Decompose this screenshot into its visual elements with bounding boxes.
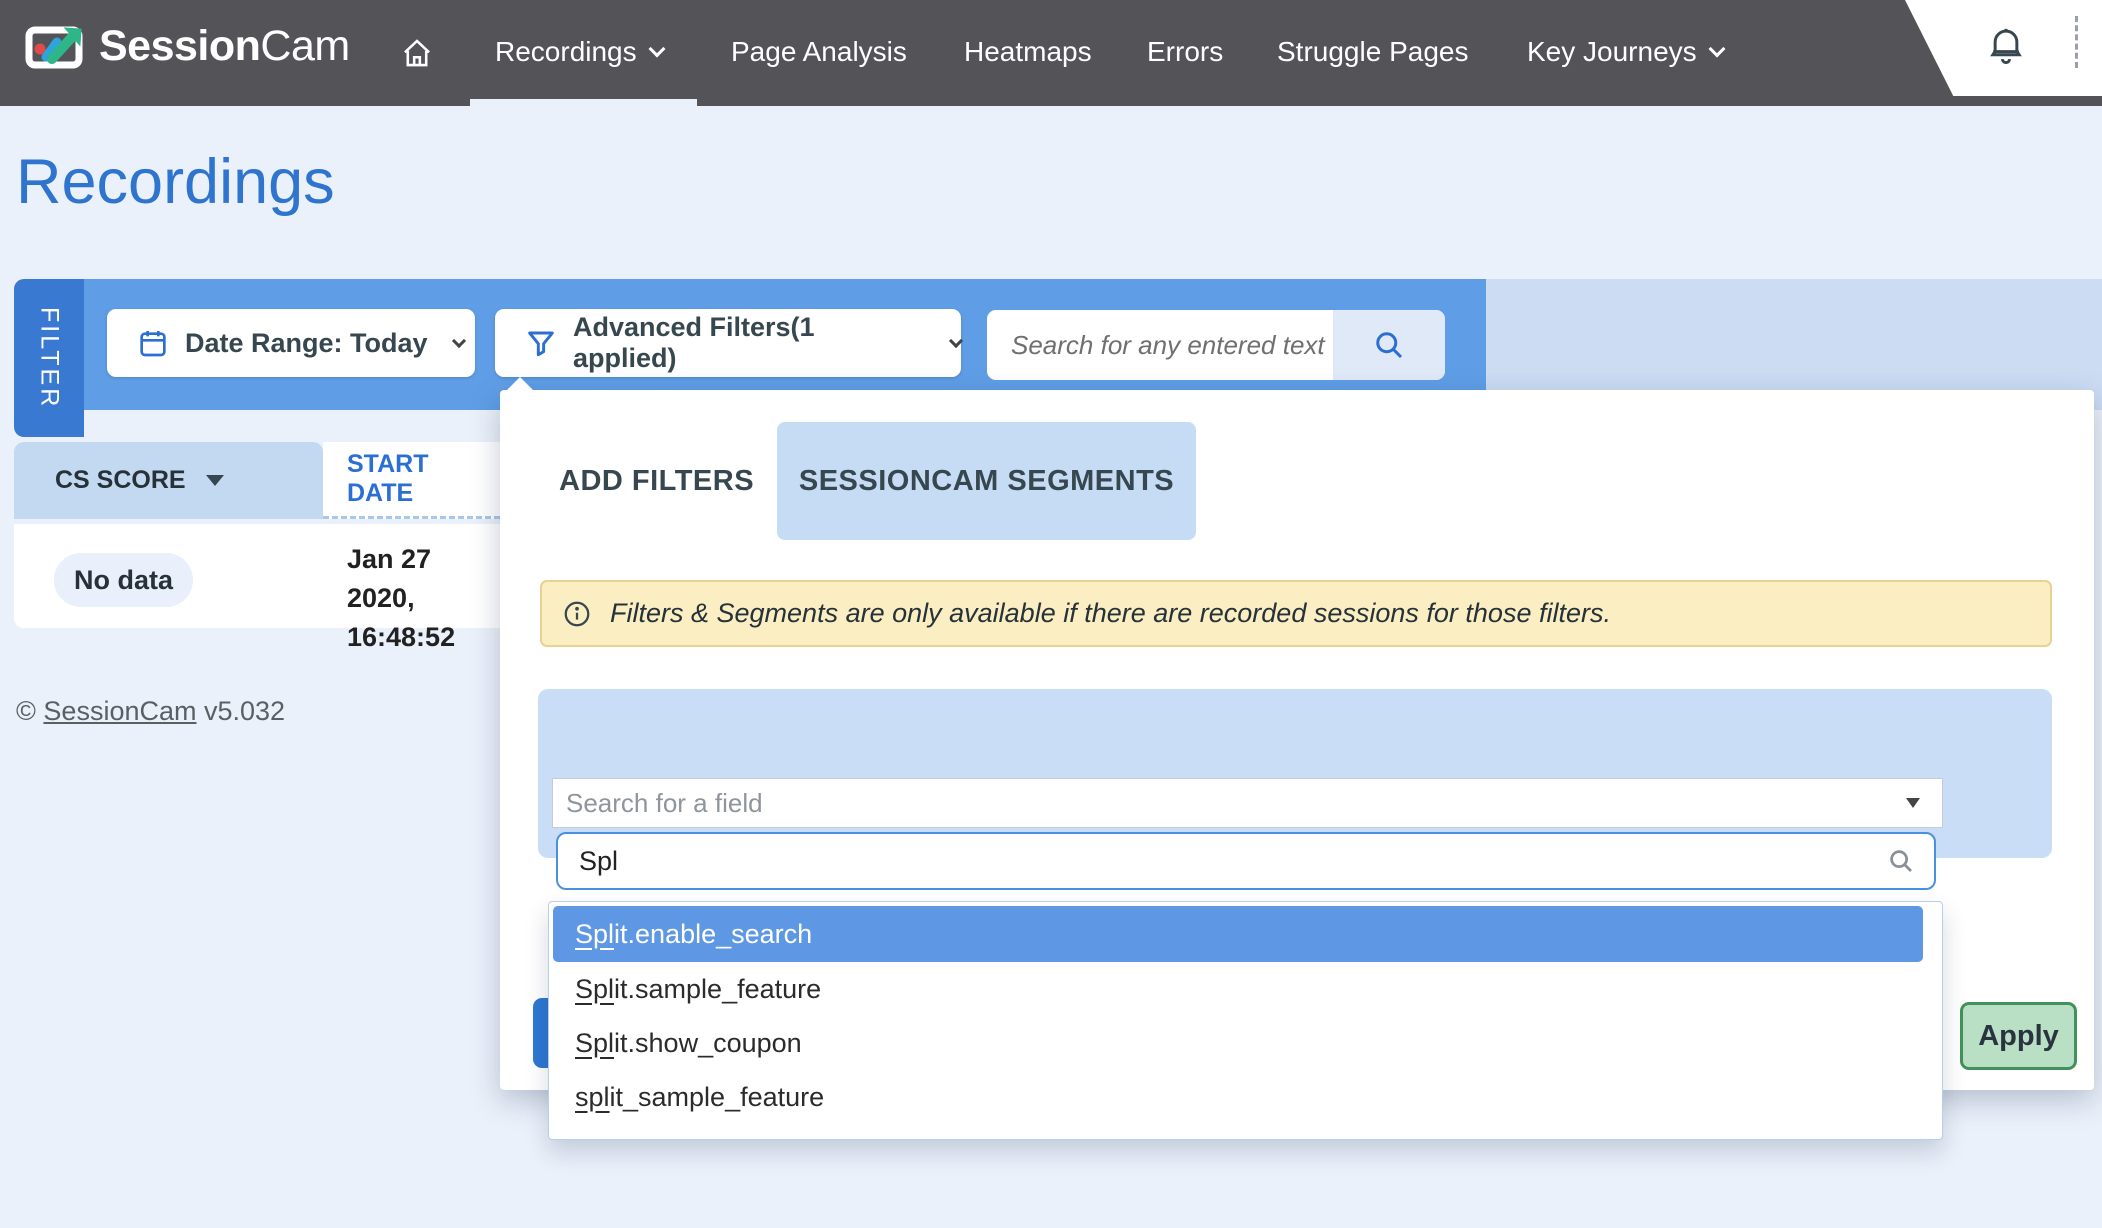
panel-pointer-notch — [506, 377, 534, 391]
table-row[interactable]: No data Jan 27 2020, 16:48:52 — [14, 524, 500, 628]
advanced-filters-panel: ADD FILTERS SESSIONCAM SEGMENTS Filters … — [500, 390, 2094, 1090]
field-option[interactable]: split_sample_feature — [575, 1070, 824, 1124]
chevron-down-icon — [648, 41, 665, 58]
calendar-icon — [137, 327, 169, 359]
field-select-placeholder: Search for a field — [566, 788, 1906, 819]
field-options-dropdown: Split.enable_search Split.sample_feature… — [548, 901, 1943, 1140]
advanced-filters-button[interactable]: Advanced Filters(1 applied) — [495, 309, 961, 377]
search-icon — [1886, 846, 1916, 876]
top-nav: SessionCam Recordings Page Analysis Heat… — [0, 0, 2102, 106]
chevron-down-icon — [1708, 41, 1725, 58]
text-search-placeholder: Search for any entered text — [987, 330, 1333, 361]
field-search-input[interactable]: Spl — [556, 832, 1936, 890]
sort-descending-icon — [206, 475, 224, 486]
nav-item-key-journeys[interactable]: Key Journeys — [1527, 36, 1723, 68]
page-title: Recordings — [16, 146, 335, 218]
filter-side-tab-label: FILTER — [35, 307, 64, 409]
info-icon — [562, 599, 592, 629]
column-header-start-date[interactable]: START DATE — [323, 442, 500, 519]
nav-right-panel — [1905, 0, 2102, 96]
nav-item-recordings[interactable]: Recordings — [495, 36, 663, 68]
cs-score-badge: No data — [54, 553, 193, 607]
field-option[interactable]: Split.show_coupon — [575, 1016, 802, 1070]
nav-item-recordings-label: Recordings — [495, 36, 637, 68]
active-tab-indicator — [470, 99, 697, 106]
home-icon[interactable] — [400, 36, 434, 70]
info-banner-text: Filters & Segments are only available if… — [610, 598, 1611, 629]
search-icon — [1371, 327, 1407, 363]
nav-item-page-analysis[interactable]: Page Analysis — [731, 36, 907, 68]
tab-add-filters[interactable]: ADD FILTERS — [559, 422, 754, 540]
brand-logo[interactable]: SessionCam — [25, 21, 350, 71]
nav-item-heatmaps[interactable]: Heatmaps — [964, 36, 1092, 68]
date-range-label: Date Range: Today — [185, 328, 428, 359]
nav-item-struggle-pages[interactable]: Struggle Pages — [1277, 36, 1468, 68]
chevron-down-icon — [451, 334, 465, 348]
field-select[interactable]: Search for a field — [552, 778, 1943, 828]
search-button[interactable] — [1333, 310, 1445, 380]
notification-bell-icon[interactable] — [1985, 24, 2027, 68]
brand-name: SessionCam — [99, 22, 350, 71]
sessioncam-logo-icon — [25, 21, 87, 71]
apply-button[interactable]: Apply — [1960, 1002, 2077, 1070]
field-option[interactable]: Split.sample_feature — [575, 962, 821, 1016]
info-banner: Filters & Segments are only available if… — [540, 580, 2052, 647]
footer-copyright: © SessionCam v5.032 — [16, 696, 285, 727]
more-options-icon[interactable] — [2075, 16, 2078, 68]
column-header-cs-score[interactable]: CS SCORE — [14, 442, 323, 519]
funnel-icon — [525, 327, 557, 359]
footer-version: v5.032 — [204, 696, 285, 726]
nav-item-errors[interactable]: Errors — [1147, 36, 1223, 68]
text-search-input[interactable]: Search for any entered text — [987, 310, 1445, 380]
footer-brand-link[interactable]: SessionCam — [43, 696, 196, 726]
advanced-filters-label: Advanced Filters(1 applied) — [573, 312, 925, 374]
date-range-button[interactable]: Date Range: Today — [107, 309, 475, 377]
chevron-down-icon — [949, 334, 963, 348]
start-date-value: Jan 27 2020, 16:48:52 — [347, 540, 500, 657]
field-option[interactable]: Split.enable_search — [553, 906, 1923, 962]
field-search-value: Spl — [579, 846, 1886, 877]
filter-side-tab[interactable]: FILTER — [14, 279, 84, 437]
dropdown-arrow-icon — [1906, 798, 1920, 808]
tab-sessioncam-segments[interactable]: SESSIONCAM SEGMENTS — [777, 422, 1196, 540]
